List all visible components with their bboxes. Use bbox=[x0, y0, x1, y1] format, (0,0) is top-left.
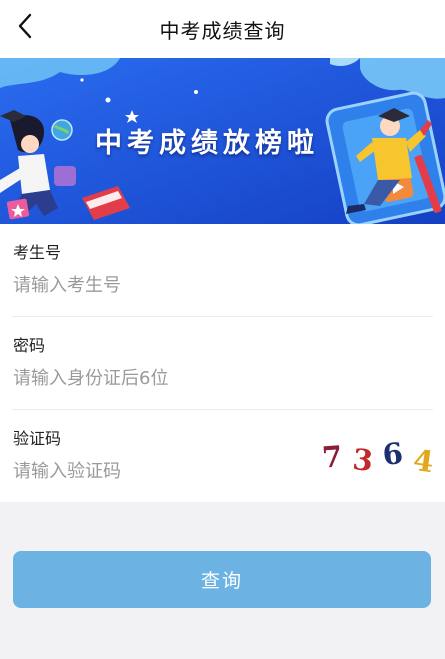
query-form: 考生号 密码 验证码 7 3 6 4 bbox=[0, 224, 445, 502]
captcha-label: 验证码 bbox=[13, 429, 62, 448]
query-button[interactable]: 查询 bbox=[13, 551, 431, 608]
password-field: 密码 bbox=[0, 317, 445, 409]
banner-headline: 中考成绩放榜啦 bbox=[95, 128, 319, 159]
captcha-input[interactable] bbox=[13, 456, 303, 486]
chevron-left-icon bbox=[18, 13, 32, 39]
nav-bar: 中考成绩查询 bbox=[0, 0, 445, 58]
captcha-char: 4 bbox=[410, 442, 436, 480]
page: 中考成绩查询 中考成绩放榜啦 考生号 请输入考生号 密码 验证码 请输入验证码 … bbox=[0, 0, 445, 659]
captcha-image[interactable]: 7 3 6 4 bbox=[320, 434, 436, 480]
promo-banner: 中考成绩放榜啦 bbox=[0, 58, 445, 224]
password-label: 密码 bbox=[13, 336, 46, 355]
exam-number-label: 考生号 bbox=[13, 243, 62, 262]
exam-number-field: 考生号 bbox=[0, 224, 445, 316]
exam-number-input[interactable] bbox=[13, 270, 303, 300]
captcha-field: 验证码 7 3 6 4 bbox=[0, 410, 445, 502]
captcha-char: 6 bbox=[381, 436, 405, 472]
page-title: 中考成绩查询 bbox=[159, 18, 286, 43]
back-button[interactable] bbox=[6, 6, 46, 46]
captcha-char: 3 bbox=[350, 442, 375, 478]
password-input[interactable] bbox=[13, 363, 303, 393]
captcha-char: 7 bbox=[320, 439, 344, 475]
